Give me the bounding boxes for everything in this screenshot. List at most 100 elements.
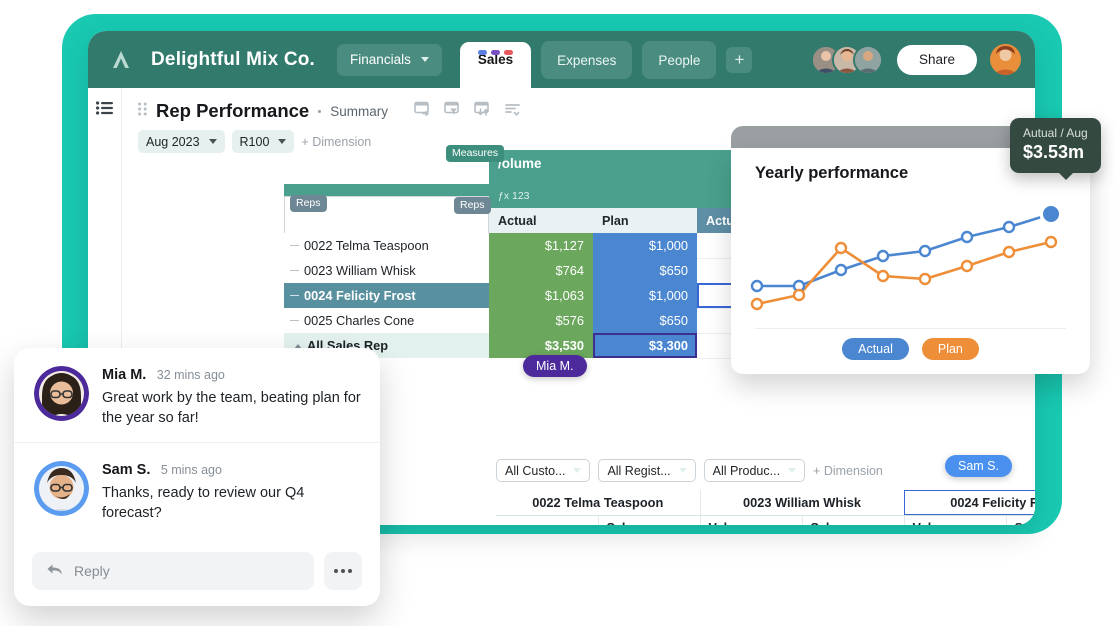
pivot-col-group-row: /olume: [284, 150, 804, 184]
cell-actual[interactable]: $1,063: [489, 283, 593, 308]
reply-bar: Reply: [32, 552, 362, 590]
chevron-down-icon: [208, 139, 217, 144]
cell-actual[interactable]: $1,127: [489, 233, 593, 258]
comment-item: Sam S. 5 mins ago Thanks, ready to revie…: [14, 442, 380, 537]
drag-handle-icon[interactable]: [138, 102, 147, 121]
brand-title: Delightful Mix Co.: [151, 48, 316, 70]
legend-label-actual: Actual: [858, 342, 893, 356]
cell-actual[interactable]: $764: [489, 258, 593, 283]
row-label[interactable]: 0022 Telma Teaspoon: [284, 233, 489, 258]
cell-plan[interactable]: $650: [593, 308, 697, 333]
comment-timestamp: 32 mins ago: [156, 368, 225, 382]
tab-people-label: People: [658, 52, 701, 68]
measures-tag[interactable]: Measures: [446, 145, 505, 163]
measure-header-3[interactable]: Sales: [802, 515, 905, 525]
tab-color-dots: [477, 50, 513, 55]
filter-icon[interactable]: [444, 101, 461, 122]
comment-meta: Mia M. 32 mins ago: [102, 366, 362, 384]
table-row[interactable]: 0022 Telma Teaspoon $1,127 $1,000 $127: [284, 233, 804, 259]
title-separator-dot: [318, 109, 322, 113]
tab-sales[interactable]: Sales: [459, 42, 532, 88]
plus-icon: +: [734, 50, 745, 69]
share-button[interactable]: Share: [896, 44, 977, 75]
pivot-grid: /olume ƒx 123 Actual Plan Actual v Plan: [284, 150, 804, 359]
workspace-selector[interactable]: Financials: [337, 43, 442, 76]
table-row[interactable]: 0023 William Whisk $764 $650 $114: [284, 258, 804, 284]
legend-item-plan[interactable]: Plan: [921, 338, 979, 360]
anaplan-logo-icon[interactable]: [106, 45, 136, 75]
chevron-down-icon: [788, 468, 797, 473]
column-header-actual[interactable]: Actual: [489, 208, 593, 233]
measure-header-0[interactable]: [496, 515, 599, 525]
comment-timestamp: 5 mins ago: [160, 463, 222, 478]
presence-badge-sam[interactable]: Sam S.: [945, 455, 1012, 477]
chevron-down-icon: [420, 57, 429, 62]
yearly-performance-line-chart[interactable]: [745, 194, 1075, 314]
sort-icon[interactable]: [474, 101, 491, 122]
chevron-down-icon: [278, 139, 287, 144]
report-title-row: Rep Performance Summary: [138, 100, 1035, 122]
legend-label-plan: Plan: [937, 342, 963, 356]
column-header-plan[interactable]: Plan: [593, 208, 697, 233]
avatar[interactable]: [34, 461, 89, 517]
comment-more-button[interactable]: [324, 552, 362, 590]
reply-arrow-icon: [46, 563, 63, 579]
report-toolbar: [414, 101, 521, 122]
avatar[interactable]: [34, 366, 89, 421]
reps-column-tag[interactable]: Reps: [454, 197, 491, 215]
tab-expenses[interactable]: Expenses: [541, 41, 633, 79]
filter-customer[interactable]: All Custo...: [496, 459, 591, 482]
filter-product[interactable]: All Produc...: [703, 459, 806, 482]
current-user-avatar[interactable]: [990, 44, 1021, 75]
filter-register-label: All Regist...: [607, 463, 671, 478]
comments-panel: Mia M. 32 mins ago Great work by the tea…: [14, 348, 380, 606]
avatar[interactable]: [852, 44, 883, 75]
measure-header-1[interactable]: Sales: [598, 515, 701, 525]
table-row[interactable]: 0025 Charles Cone $576 $650 $74: [284, 308, 804, 334]
highlight-point-actual-aug: [1043, 206, 1059, 222]
options-icon[interactable]: [504, 101, 521, 122]
group-header-william[interactable]: 0023 William Whisk: [700, 490, 905, 516]
tab-people[interactable]: People: [642, 41, 717, 79]
legend-divider: [755, 328, 1066, 329]
measure-header-5[interactable]: Sales: [1006, 515, 1035, 525]
series-points-plan: [750, 235, 1058, 311]
measure-header-4[interactable]: Volume: [904, 515, 1007, 525]
pivot-icon[interactable]: [414, 101, 431, 122]
measure-header-2[interactable]: Volume: [700, 515, 803, 525]
cell-total-plan-selected[interactable]: $3,300: [593, 333, 697, 358]
filter-version-label: R100: [239, 134, 270, 149]
cell-actual[interactable]: $576: [489, 308, 593, 333]
cell-plan[interactable]: $1,000: [593, 283, 697, 308]
header-right: Share: [810, 44, 1021, 75]
report-subtitle: Summary: [330, 103, 388, 119]
cell-plan[interactable]: $1,000: [593, 233, 697, 258]
pivot-table: Measures Reps Reps /olume ƒx 123 Actual …: [284, 145, 804, 359]
row-label[interactable]: 0024 Felicity Frost: [284, 283, 489, 308]
detail-measure-row: Sales Volume Sales Volume Sales Volume: [496, 515, 1035, 525]
reply-input[interactable]: Reply: [32, 552, 314, 590]
row-label[interactable]: 0025 Charles Cone: [284, 308, 489, 333]
add-tab-button[interactable]: +: [726, 47, 753, 73]
comment-meta: Sam S. 5 mins ago: [102, 461, 362, 479]
filter-period[interactable]: Aug 2023: [138, 130, 225, 153]
detail-add-dimension-button[interactable]: + Dimension: [813, 464, 883, 478]
comment-author: Sam S.: [102, 462, 151, 479]
row-label[interactable]: 0023 William Whisk: [284, 258, 489, 283]
add-dimension-button[interactable]: + Dimension: [301, 135, 371, 149]
legend-item-actual[interactable]: Actual: [842, 338, 909, 360]
ellipsis-icon: [334, 569, 338, 573]
comment-item: Mia M. 32 mins ago Great work by the tea…: [14, 348, 380, 442]
workspace-label: Financials: [350, 52, 411, 67]
collaborator-avatars[interactable]: [810, 44, 883, 75]
filter-register[interactable]: All Regist...: [598, 459, 696, 482]
tab-expenses-label: Expenses: [557, 52, 617, 68]
presence-badge-mia[interactable]: Mia M.: [523, 355, 587, 377]
table-row-selected[interactable]: 0024 Felicity Frost $1,063 $1,000 $63: [284, 283, 804, 309]
group-header-telma[interactable]: 0022 Telma Teaspoon: [496, 490, 701, 516]
comment-text: Thanks, ready to review our Q4 forecast?: [102, 485, 305, 521]
group-header-felicity-selected[interactable]: 0024 Felicity Frost: [904, 490, 1035, 516]
cell-plan[interactable]: $650: [593, 258, 697, 283]
reps-row-tag[interactable]: Reps: [290, 195, 327, 213]
chevron-down-icon: [573, 468, 582, 473]
